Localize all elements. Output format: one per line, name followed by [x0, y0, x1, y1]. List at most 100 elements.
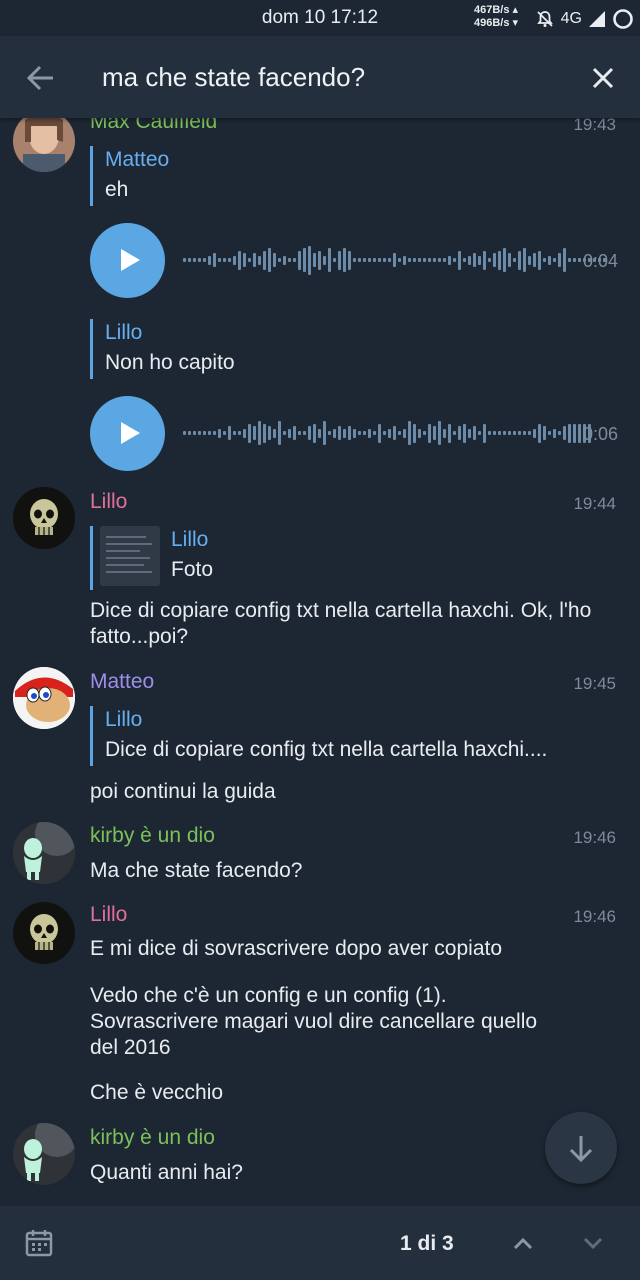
- waveform-bar: [223, 431, 226, 435]
- waveform-bar: [288, 428, 291, 438]
- avatar-lillo[interactable]: [13, 902, 75, 964]
- voice-waveform-1[interactable]: [183, 245, 606, 275]
- search-header: ma che state facendo?: [0, 36, 640, 118]
- reply-sender: Lillo: [105, 321, 143, 344]
- waveform-bar: [378, 423, 381, 443]
- waveform-bar: [363, 258, 366, 262]
- waveform-bar: [543, 258, 546, 262]
- play-button[interactable]: [90, 223, 165, 298]
- waveform-bar: [578, 423, 581, 443]
- status-bar: dom 10 17:12 467B/s ▴ 496B/s ▾ 4G: [0, 0, 640, 36]
- message-time: 19:46: [573, 907, 616, 926]
- sender-label: kirby è un dio: [90, 1126, 215, 1149]
- waveform-bar: [563, 426, 566, 440]
- waveform-bar: [548, 431, 551, 435]
- waveform-bar: [478, 431, 481, 435]
- sender-name[interactable]: Matteo: [90, 670, 154, 694]
- waveform-bar: [188, 431, 191, 435]
- waveform-bar: [338, 250, 341, 270]
- waveform-bar: [248, 258, 251, 262]
- waveform-bar: [448, 423, 451, 443]
- waveform-bar: [243, 428, 246, 438]
- avatar-matteo[interactable]: [13, 667, 75, 729]
- avatar-image: [13, 667, 75, 729]
- waveform-bar: [263, 423, 266, 443]
- waveform-bar: [543, 426, 546, 440]
- arrow-down-icon: [569, 1136, 593, 1163]
- waveform-bar: [343, 428, 346, 438]
- waveform-bar: [313, 253, 316, 267]
- waveform-bar: [453, 258, 456, 262]
- chat-history[interactable]: Max Caulfield 19:43 Matteo eh 0:04 Lillo…: [0, 118, 640, 1206]
- waveform-bar: [428, 423, 431, 443]
- avatar-kirby[interactable]: [13, 1123, 75, 1185]
- search-navigation-bar: 1 di 3: [0, 1206, 640, 1280]
- sender-name[interactable]: Lillo: [90, 490, 127, 514]
- waveform-bar: [498, 431, 501, 435]
- waveform-bar: [553, 258, 556, 262]
- avatar-lillo[interactable]: [13, 487, 75, 549]
- sender-name[interactable]: kirby è un dio: [90, 1126, 215, 1150]
- sender-name[interactable]: kirby è un dio: [90, 824, 215, 848]
- waveform-bar: [188, 258, 191, 262]
- waveform-bar: [503, 431, 506, 435]
- waveform-bar: [468, 428, 471, 438]
- waveform-bar: [423, 431, 426, 435]
- waveform-bar: [458, 426, 461, 440]
- waveform-bar: [413, 423, 416, 443]
- voice-waveform-2[interactable]: [183, 418, 591, 448]
- message-text: E mi dice di sovrascrivere dopo aver cop…: [90, 937, 503, 960]
- scroll-down-button[interactable]: [545, 1112, 617, 1184]
- waveform-bar: [573, 423, 576, 443]
- waveform-bar: [558, 253, 561, 267]
- waveform-bar: [213, 431, 216, 435]
- reply-quote[interactable]: Matteo eh: [90, 146, 169, 206]
- waveform-bar: [538, 423, 541, 443]
- waveform-bar: [523, 431, 526, 435]
- photo-thumbnail[interactable]: [100, 526, 160, 586]
- waveform-bar: [368, 258, 371, 262]
- waveform-bar: [433, 258, 436, 262]
- reply-quote[interactable]: Lillo Non ho capito: [90, 319, 235, 379]
- waveform-bar: [548, 255, 551, 265]
- waveform-bar: [208, 255, 211, 265]
- back-arrow-icon[interactable]: [24, 61, 58, 95]
- sender-name[interactable]: Max Caulfield: [90, 118, 217, 134]
- sender-name[interactable]: Lillo: [90, 903, 127, 927]
- upload-speed: 467B/s: [474, 4, 510, 16]
- waveform-bar: [438, 421, 441, 445]
- play-button[interactable]: [90, 396, 165, 471]
- waveform-bar: [523, 248, 526, 272]
- reply-sender: Lillo: [171, 528, 209, 551]
- avatar-kirby[interactable]: [13, 822, 75, 884]
- sender-label: Lillo: [90, 490, 128, 513]
- chevron-down-icon[interactable]: [578, 1228, 608, 1258]
- avatar-image: [13, 1123, 75, 1185]
- calendar-icon[interactable]: [24, 1228, 54, 1258]
- reply-text: Foto: [171, 558, 214, 581]
- signal-icon: [589, 11, 605, 27]
- waveform-bar: [378, 258, 381, 262]
- waveform-bar: [463, 258, 466, 262]
- waveform-bar: [478, 255, 481, 265]
- avatar-max-caulfield[interactable]: [13, 118, 75, 172]
- waveform-bar: [223, 258, 226, 262]
- reply-sender: Lillo: [105, 708, 143, 731]
- waveform-bar: [338, 426, 341, 440]
- waveform-bar: [303, 431, 306, 435]
- waveform-bar: [558, 431, 561, 435]
- waveform-bar: [348, 426, 351, 440]
- waveform-bar: [298, 431, 301, 435]
- waveform-bar: [333, 258, 336, 262]
- search-input[interactable]: ma che state facendo?: [102, 62, 365, 93]
- waveform-bar: [573, 258, 576, 262]
- chevron-up-icon[interactable]: [508, 1228, 538, 1258]
- close-icon[interactable]: [586, 61, 620, 95]
- waveform-bar: [318, 428, 321, 438]
- message-time: 19:45: [573, 674, 616, 693]
- waveform-bar: [253, 253, 256, 267]
- waveform-bar: [408, 258, 411, 262]
- waveform-bar: [528, 255, 531, 265]
- reply-quote[interactable]: Lillo Dice di copiare config txt nella c…: [90, 706, 547, 766]
- waveform-bar: [323, 255, 326, 265]
